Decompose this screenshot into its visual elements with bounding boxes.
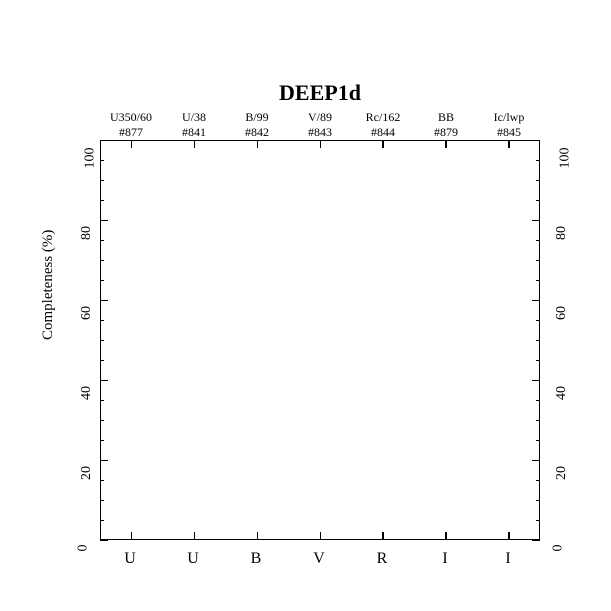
xtick: U <box>178 550 208 568</box>
tick-mark <box>320 532 322 540</box>
tick-mark <box>532 460 540 462</box>
xtick: V <box>304 550 334 568</box>
tick-mark <box>445 140 447 148</box>
tick-mark <box>100 360 104 361</box>
tick-mark <box>532 140 540 142</box>
tick-mark <box>536 280 540 281</box>
top-label: U/38 <box>163 110 225 125</box>
tick-mark <box>100 180 104 181</box>
tick-mark <box>194 140 196 148</box>
top-label: U350/60 <box>100 110 162 125</box>
tick-mark <box>536 260 540 261</box>
tick-mark <box>536 340 540 341</box>
tick-mark <box>536 400 540 401</box>
tick-mark <box>508 532 510 540</box>
ytick-left: 80 <box>79 226 95 240</box>
top-label: #877 <box>100 125 162 140</box>
ytick-right: 80 <box>554 226 570 240</box>
tick-mark <box>100 300 108 302</box>
ytick-right: 60 <box>554 306 570 320</box>
top-label: Rc/162 <box>352 110 414 125</box>
tick-mark <box>536 360 540 361</box>
tick-mark <box>532 380 540 382</box>
top-label: BB <box>415 110 477 125</box>
tick-mark <box>536 200 540 201</box>
tick-mark <box>508 140 510 148</box>
tick-mark <box>532 540 540 542</box>
ytick-right: 0 <box>551 545 567 552</box>
top-label: #842 <box>226 125 288 140</box>
tick-mark <box>536 160 540 161</box>
tick-mark <box>100 340 104 341</box>
ytick-left: 60 <box>79 306 95 320</box>
tick-mark <box>536 520 540 521</box>
tick-mark <box>536 480 540 481</box>
tick-mark <box>532 220 540 222</box>
top-label: #845 <box>478 125 540 140</box>
tick-mark <box>536 180 540 181</box>
ytick-left: 100 <box>83 148 99 169</box>
tick-mark <box>382 140 384 148</box>
tick-mark <box>100 500 104 501</box>
plot-border <box>100 140 540 540</box>
tick-mark <box>257 140 259 148</box>
tick-mark <box>100 540 108 542</box>
tick-mark <box>131 140 133 148</box>
top-label: B/99 <box>226 110 288 125</box>
tick-mark <box>536 420 540 421</box>
top-label: V/89 <box>289 110 351 125</box>
tick-mark <box>100 380 108 382</box>
tick-mark <box>536 320 540 321</box>
tick-mark <box>532 300 540 302</box>
tick-mark <box>100 140 108 142</box>
ytick-right: 20 <box>554 466 570 480</box>
y-axis-label: Completeness (%) <box>40 230 57 340</box>
tick-mark <box>536 240 540 241</box>
xtick: I <box>430 550 460 568</box>
tick-mark <box>100 260 104 261</box>
tick-mark <box>382 532 384 540</box>
top-label: #841 <box>163 125 225 140</box>
xtick: I <box>493 550 523 568</box>
top-label: #879 <box>415 125 477 140</box>
tick-mark <box>536 440 540 441</box>
tick-mark <box>536 500 540 501</box>
tick-mark <box>100 320 104 321</box>
top-label: #843 <box>289 125 351 140</box>
xtick: B <box>241 550 271 568</box>
ytick-right: 100 <box>558 148 574 169</box>
chart-area <box>100 140 540 540</box>
tick-mark <box>100 200 104 201</box>
tick-mark <box>100 240 104 241</box>
xtick: U <box>115 550 145 568</box>
chart-title: DEEP1d <box>100 80 540 106</box>
tick-mark <box>100 480 104 481</box>
tick-mark <box>100 460 108 462</box>
ytick-left: 40 <box>79 386 95 400</box>
tick-mark <box>257 532 259 540</box>
tick-mark <box>100 440 104 441</box>
tick-mark <box>194 532 196 540</box>
ytick-right: 40 <box>554 386 570 400</box>
xtick: R <box>367 550 397 568</box>
tick-mark <box>445 532 447 540</box>
ytick-left: 20 <box>79 466 95 480</box>
top-label: #844 <box>352 125 414 140</box>
tick-mark <box>100 220 108 222</box>
ytick-left: 0 <box>76 545 92 552</box>
tick-mark <box>100 420 104 421</box>
tick-mark <box>100 160 104 161</box>
tick-mark <box>100 400 104 401</box>
tick-mark <box>131 532 133 540</box>
tick-mark <box>100 520 104 521</box>
top-label: Ic/lwp <box>478 110 540 125</box>
tick-mark <box>100 280 104 281</box>
tick-mark <box>320 140 322 148</box>
